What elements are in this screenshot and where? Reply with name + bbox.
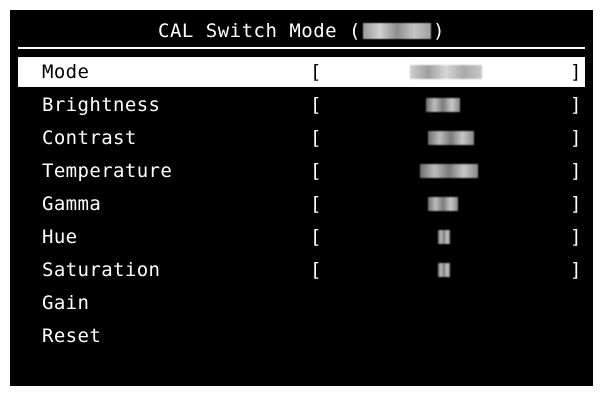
menu-item-label: Contrast xyxy=(42,127,137,149)
menu-item-saturation[interactable]: Saturation [ ] xyxy=(18,255,585,285)
menu-item-temperature[interactable]: Temperature [ ] xyxy=(18,156,585,186)
menu-item-label: Hue xyxy=(42,226,78,248)
blurred-value xyxy=(428,197,458,211)
value-bracket-left: [ xyxy=(310,127,322,149)
title-divider xyxy=(18,47,585,49)
blurred-value xyxy=(426,98,460,112)
value-bracket-right: ] xyxy=(570,94,582,116)
value-bracket-right: ] xyxy=(570,259,582,281)
blurred-value xyxy=(420,164,478,178)
value-bracket-left: [ xyxy=(310,160,322,182)
blurred-value xyxy=(410,65,482,79)
menu-item-contrast[interactable]: Contrast [ ] xyxy=(18,123,585,153)
menu-item-label: Reset xyxy=(42,325,102,347)
menu-item-brightness[interactable]: Brightness [ ] xyxy=(18,90,585,120)
value-bracket-right: ] xyxy=(570,127,582,149)
menu-item-mode[interactable]: Mode [ ] xyxy=(18,57,585,87)
osd-title-prefix: CAL Switch Mode ( xyxy=(158,20,361,42)
osd-title: CAL Switch Mode () xyxy=(10,18,593,44)
menu-item-reset[interactable]: Reset xyxy=(18,321,585,351)
osd-menu-panel: CAL Switch Mode () Mode [ ] Brightness [… xyxy=(10,10,593,386)
menu-item-label: Gain xyxy=(42,292,90,314)
value-bracket-left: [ xyxy=(310,226,322,248)
value-bracket-right: ] xyxy=(570,193,582,215)
value-bracket-right: ] xyxy=(570,160,582,182)
blurred-value xyxy=(428,131,474,145)
value-bracket-left: [ xyxy=(310,61,322,83)
value-bracket-left: [ xyxy=(310,259,322,281)
menu-item-label: Saturation xyxy=(42,259,161,281)
value-bracket-right: ] xyxy=(570,61,582,83)
value-bracket-left: [ xyxy=(310,94,322,116)
value-bracket-left: [ xyxy=(310,193,322,215)
menu-item-gamma[interactable]: Gamma [ ] xyxy=(18,189,585,219)
blurred-value xyxy=(438,230,450,244)
menu-item-gain[interactable]: Gain xyxy=(18,288,585,318)
menu-item-label: Temperature xyxy=(42,160,173,182)
menu-item-label: Gamma xyxy=(42,193,102,215)
value-bracket-right: ] xyxy=(570,226,582,248)
osd-title-suffix: ) xyxy=(433,20,445,42)
blurred-mode-name xyxy=(363,23,431,39)
menu-item-label: Brightness xyxy=(42,94,161,116)
menu-item-hue[interactable]: Hue [ ] xyxy=(18,222,585,252)
menu-item-label: Mode xyxy=(42,61,90,83)
blurred-value xyxy=(438,263,450,277)
